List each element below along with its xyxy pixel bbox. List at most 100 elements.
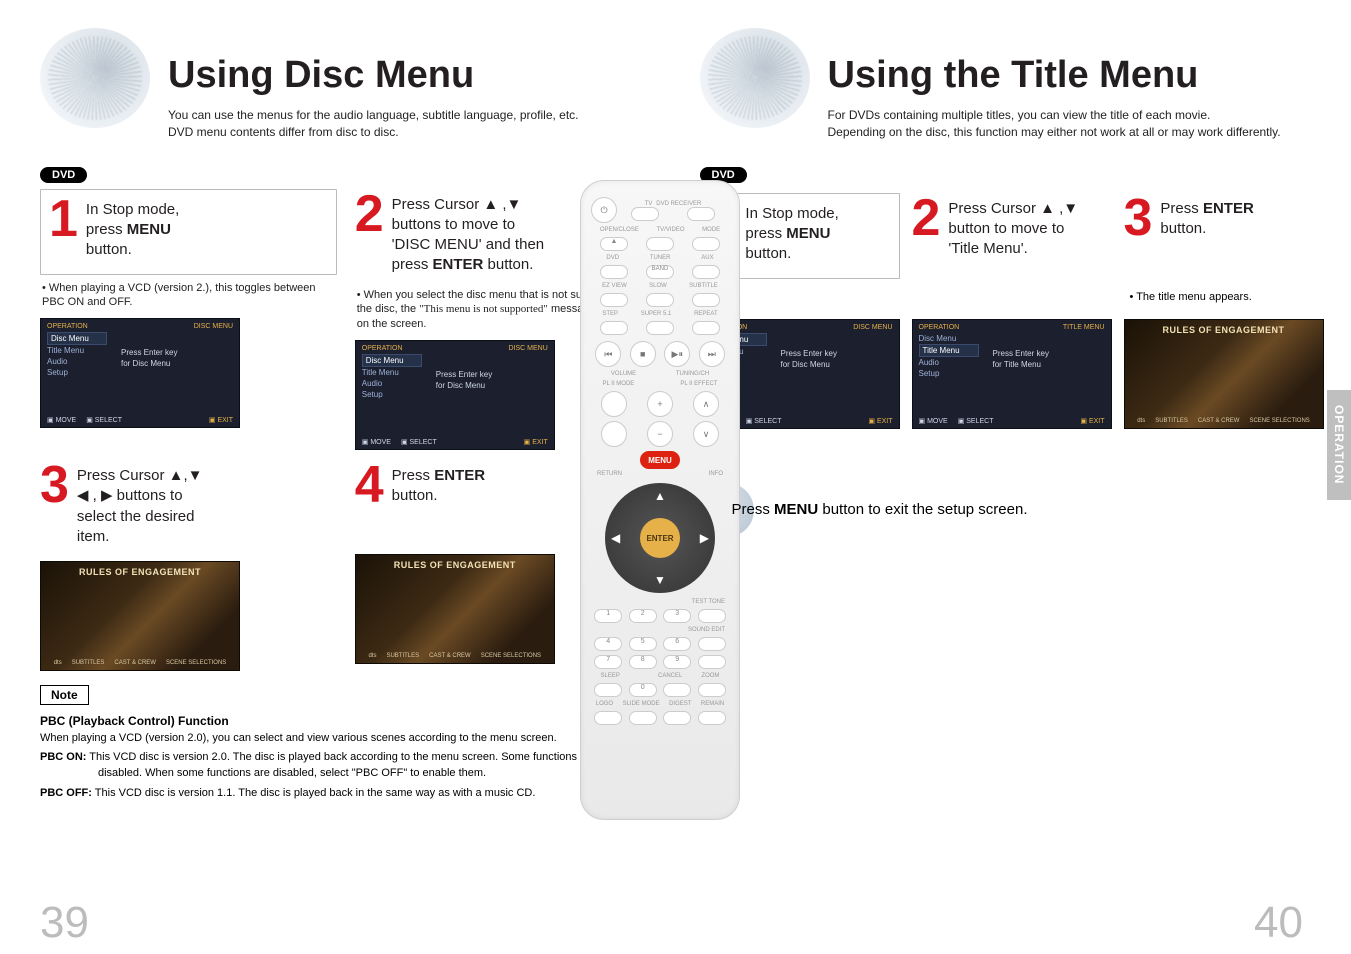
arrow-up-icon: ▲	[654, 489, 666, 503]
remote-remain-label: REMAIN	[701, 701, 724, 707]
remote-num-7: 7	[594, 655, 622, 669]
right-page: Using the Title Menu For DVDs containing…	[676, 0, 1351, 954]
movie-cap: SUBTITLES	[72, 660, 105, 666]
rstep1-a: In Stop mode,	[745, 205, 838, 222]
movie-thumbnail: RULES OF ENGAGEMENT dts SUBTITLES CAST &…	[1124, 319, 1324, 429]
osd-hint-b: for Disc Menu	[121, 359, 170, 368]
remote-dsp-btn	[698, 655, 726, 669]
movie-cap: SCENE SELECTIONS	[481, 653, 541, 659]
pbc-on-a: This VCD disc is version 2.0. The disc i…	[86, 751, 616, 763]
exit-tip-bold: MENU	[774, 501, 818, 518]
osd-move: MOVE	[56, 417, 77, 424]
movie-thumbnail: RULES OF ENGAGEMENT dts SUBTITLES CAST &…	[40, 561, 240, 671]
remote-repeat-label: REPEAT	[694, 311, 718, 317]
movie-cap: CAST & CREW	[114, 660, 156, 666]
osd-select: SELECT	[95, 417, 122, 424]
step1-line-a: In Stop mode,	[86, 201, 179, 218]
exit-tip: Press MENU button to exit the setup scre…	[700, 483, 1304, 537]
remote-vol-up-btn: +	[647, 391, 673, 417]
remote-slide-label: SLIDE MODE	[623, 701, 660, 707]
movie-cap: dts	[1137, 418, 1145, 424]
movie-cap: SUBTITLES	[1155, 418, 1188, 424]
remote-remain-btn	[698, 711, 726, 725]
osd-item: Disc Menu	[919, 333, 1105, 344]
step-3: 3 Press Cursor ▲,▼ ◀ , ▶ buttons to sele…	[40, 460, 337, 671]
power-icon: ⏻	[591, 197, 617, 223]
remote-num-6: 6	[663, 637, 691, 651]
step-number: 4	[355, 462, 384, 509]
osd-top-left: OPERATION	[362, 345, 403, 352]
remote-testtone-btn	[698, 609, 726, 623]
right-header: Using the Title Menu For DVDs containing…	[700, 28, 1304, 141]
remote-num-1: 1	[594, 609, 622, 623]
remote-sleep-btn	[594, 683, 622, 697]
remote-sub-btn	[692, 293, 720, 307]
step2-b: buttons to move to	[392, 216, 515, 233]
remote-prev-btn: ⏮	[595, 341, 621, 367]
osd-move: MOVE	[927, 418, 948, 425]
rstep1-bold: MENU	[786, 225, 830, 242]
section-tab: OPERATION	[1327, 390, 1351, 500]
movie-title: RULES OF ENGAGEMENT	[356, 555, 554, 575]
exit-tip-b: button to exit the setup screen.	[818, 501, 1027, 518]
page-number-right: 40	[1254, 898, 1303, 948]
osd-top-right: DISC MENU	[853, 324, 892, 331]
remote-dpad: ▲ ▼ ◀ ▶ ENTER	[605, 483, 715, 593]
osd-item: Title Menu	[919, 344, 979, 357]
step3-a: Press Cursor ▲,▼	[77, 467, 203, 484]
movie-cap: dts	[54, 660, 62, 666]
arrow-left-icon: ◀	[611, 531, 620, 545]
remote-testtone-label: TEST TONE	[692, 599, 725, 605]
step2-a: Press Cursor ▲ ,▼	[392, 196, 522, 213]
pbc-on-b: disabled. When some functions are disabl…	[40, 766, 652, 782]
step1-line-c: button.	[86, 241, 132, 258]
osd-disc-menu: OPERATIONDISC MENU Disc Menu Title Menu …	[40, 318, 240, 428]
rstep3-note: • The title menu appears.	[1124, 291, 1324, 303]
remote-receiver-btn	[687, 207, 715, 221]
rstep1-c: button.	[745, 245, 791, 262]
dvd-badge: DVD	[40, 167, 87, 183]
remote-info-label: INFO	[709, 471, 723, 477]
page-subtitle-b: DVD menu contents differ from disc to di…	[168, 124, 579, 141]
remote-num-0: 0	[629, 683, 657, 697]
remote-sleep-label: SLEEP	[601, 673, 620, 679]
remote-cancel-btn	[663, 683, 691, 697]
remote-sub-label: SUBTITLE	[689, 283, 718, 289]
osd-hint-b: for Title Menu	[993, 360, 1041, 369]
pbc-on-label: PBC ON:	[40, 751, 86, 763]
remote-next-btn: ⏭	[699, 341, 725, 367]
step2-note-q: "This menu is not supported"	[419, 303, 548, 315]
remote-tuning-label: TUNING/CH	[676, 371, 709, 377]
osd-exit: EXIT	[1089, 418, 1105, 425]
osd-hint-a: Press Enter key	[121, 348, 177, 357]
osd-move: MOVE	[370, 439, 391, 446]
remote-repeat-btn	[692, 321, 720, 335]
note-heading: PBC (Playback Control) Function	[40, 713, 652, 730]
movie-title: RULES OF ENGAGEMENT	[1125, 320, 1323, 340]
pbc-off-label: PBC OFF:	[40, 787, 92, 799]
remote-aux-label: AUX	[701, 255, 713, 261]
remote-ch-up-btn: ∧	[693, 391, 719, 417]
movie-cap: SUBTITLES	[386, 653, 419, 659]
remote-aux-btn	[692, 265, 720, 279]
remote-vol-label: VOLUME	[611, 371, 636, 377]
step1-bold: MENU	[127, 221, 171, 238]
osd-top-right: DISC MENU	[508, 345, 547, 352]
page-subtitle-a: For DVDs containing multiple titles, you…	[828, 107, 1281, 124]
remote-stop-btn: ■	[630, 341, 656, 367]
remote-dvd-label: DVD	[606, 255, 619, 261]
remote-ez-btn	[600, 293, 628, 307]
movie-title: RULES OF ENGAGEMENT	[41, 562, 239, 582]
step-number: 3	[1124, 195, 1153, 242]
osd-hint-b: for Disc Menu	[781, 360, 830, 369]
remote-enter-btn: ENTER	[640, 518, 680, 558]
remote-plii-mode-label: PL II MODE	[603, 381, 635, 387]
remote-num-9: 9	[663, 655, 691, 669]
step2-c: 'DISC MENU' and then	[392, 236, 544, 253]
remote-num-4: 4	[594, 637, 622, 651]
step2-e: button.	[483, 256, 533, 273]
step4-bold: ENTER	[434, 467, 485, 484]
remote-vol-dn-btn: −	[647, 421, 673, 447]
page-subtitle-b: Depending on the disc, this function may…	[828, 124, 1281, 141]
osd-hint-a: Press Enter key	[993, 349, 1049, 358]
